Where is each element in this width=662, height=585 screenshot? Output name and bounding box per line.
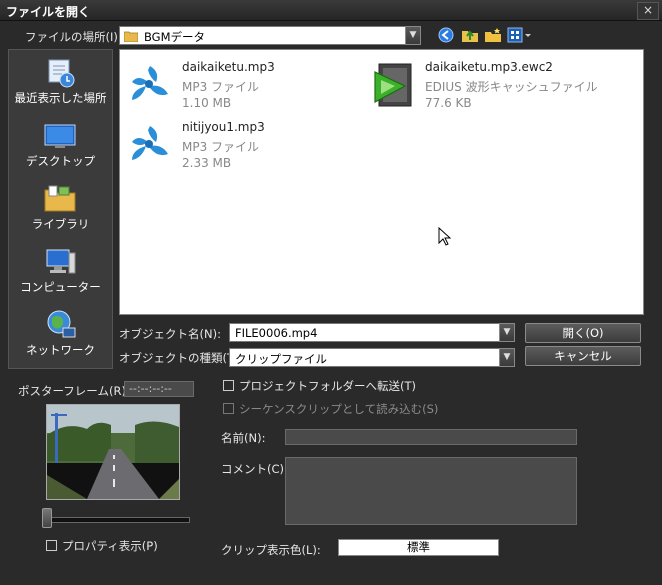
libraries-icon	[44, 185, 76, 212]
comment-textarea[interactable]	[285, 457, 577, 525]
place-desktop[interactable]: デスクトップ	[9, 113, 112, 175]
location-label: ファイルの場所(I):	[25, 30, 122, 44]
mouse-cursor-icon	[438, 227, 452, 246]
location-value: BGMデータ	[144, 30, 206, 44]
place-label: コンピューター	[20, 280, 101, 294]
name-label: 名前(N):	[221, 431, 266, 445]
file-item[interactable]: daikaiketu.mp3.ewc2 EDIUS 波形キャッシュファイル 77…	[367, 60, 598, 116]
places-bar: 最近表示した場所 デスクトップ ライブラリ コンピューター ネットワーク	[8, 49, 113, 369]
clip-color-button[interactable]: 標準	[338, 539, 499, 556]
open-button[interactable]: 開く(O)	[525, 323, 641, 343]
object-name-label: オブジェクト名(N):	[119, 327, 221, 341]
preview-slider-thumb[interactable]	[42, 508, 52, 528]
file-name: nitijyou1.mp3	[182, 120, 265, 134]
preview-image	[47, 405, 179, 499]
window-title: ファイルを開く	[6, 5, 91, 19]
place-label: ネットワーク	[26, 343, 95, 357]
cancel-button[interactable]: キャンセル	[525, 346, 641, 366]
close-button[interactable]: ×	[637, 2, 659, 20]
preview-slider-track[interactable]	[44, 517, 190, 523]
file-size: 77.6 KB	[425, 96, 472, 110]
location-combo[interactable]: BGMデータ	[119, 26, 406, 45]
poster-frame-value: --:--:--:--	[129, 382, 172, 395]
mp3-file-icon	[132, 66, 168, 100]
poster-frame-label: ポスターフレーム(R):	[18, 384, 130, 398]
place-network[interactable]: ネットワーク	[9, 302, 112, 364]
object-name-value: FILE0006.mp4	[235, 326, 318, 340]
project-folder-label: プロジェクトフォルダーへ転送(T)	[239, 379, 416, 393]
name-input[interactable]	[285, 429, 577, 445]
comment-label: コメント(C):	[221, 462, 288, 476]
project-folder-checkbox[interactable]	[223, 380, 234, 391]
file-name: daikaiketu.mp3	[182, 60, 275, 74]
sequence-clip-label: シーケンスクリップとして読み込む(S)	[239, 402, 439, 416]
object-type-label: オブジェクトの種類(T):	[119, 351, 243, 365]
place-label: 最近表示した場所	[14, 91, 107, 105]
file-list[interactable]: daikaiketu.mp3 MP3 ファイル 1.10 MB daikaike…	[119, 49, 644, 315]
file-item[interactable]: nitijyou1.mp3 MP3 ファイル 2.33 MB	[124, 120, 354, 176]
sequence-clip-checkbox[interactable]	[223, 403, 234, 414]
object-type-dropdown-button[interactable]: ▼	[499, 348, 515, 367]
file-type: MP3 ファイル	[182, 140, 260, 154]
properties-label: プロパティ表示(P)	[62, 539, 158, 553]
network-icon	[47, 310, 76, 338]
file-size: 1.10 MB	[182, 96, 232, 110]
new-folder-icon[interactable]	[484, 27, 502, 43]
mp3-file-icon	[132, 126, 168, 160]
object-name-dropdown-button[interactable]: ▼	[499, 323, 515, 342]
file-type: EDIUS 波形キャッシュファイル	[425, 80, 598, 94]
properties-checkbox[interactable]	[46, 540, 57, 551]
up-folder-icon[interactable]	[461, 27, 479, 43]
object-type-value: クリップファイル	[235, 352, 327, 366]
place-label: ライブラリ	[31, 217, 90, 231]
back-icon[interactable]	[437, 27, 455, 43]
recent-places-icon	[48, 59, 75, 88]
preview-thumbnail	[46, 404, 180, 500]
computer-icon	[46, 249, 76, 274]
file-item[interactable]: daikaiketu.mp3 MP3 ファイル 1.10 MB	[124, 60, 354, 116]
file-name: daikaiketu.mp3.ewc2	[425, 60, 553, 74]
file-type: MP3 ファイル	[182, 80, 260, 94]
clip-color-label: クリップ表示色(L):	[221, 543, 321, 557]
poster-frame-field[interactable]: --:--:--:--	[124, 381, 194, 397]
object-type-select[interactable]: クリップファイル	[229, 348, 500, 367]
place-computer[interactable]: コンピューター	[9, 239, 112, 301]
place-label: デスクトップ	[26, 154, 95, 168]
file-size: 2.33 MB	[182, 156, 232, 170]
view-menu-icon[interactable]	[507, 27, 533, 43]
object-name-input[interactable]: FILE0006.mp4	[229, 323, 500, 342]
edius-cache-file-icon	[374, 63, 412, 107]
folder-icon	[124, 31, 138, 42]
title-bar: ファイルを開く ×	[0, 0, 662, 21]
desktop-icon	[44, 124, 76, 148]
place-recent[interactable]: 最近表示した場所	[9, 50, 112, 112]
place-libraries[interactable]: ライブラリ	[9, 176, 112, 238]
location-dropdown-button[interactable]: ▼	[405, 26, 421, 45]
